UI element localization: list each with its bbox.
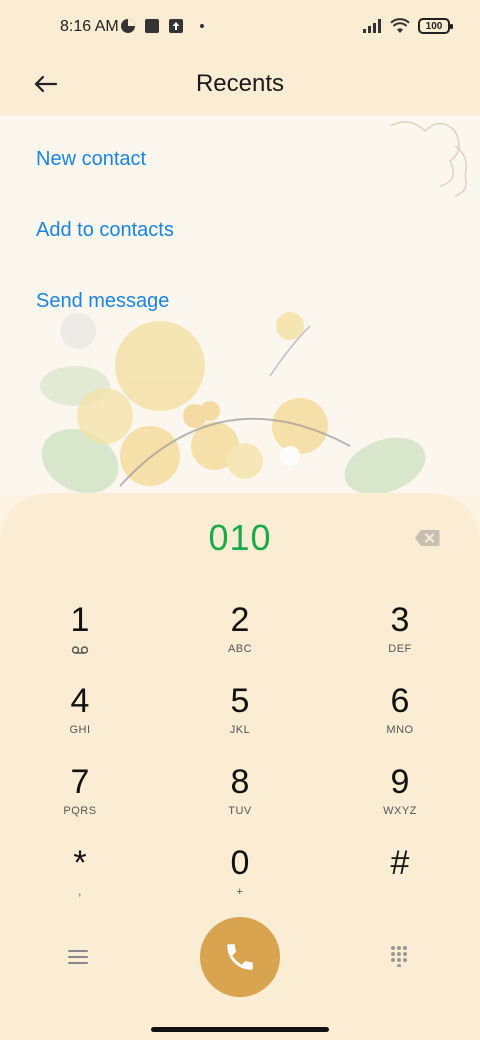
dialpad-grid-icon[interactable] — [390, 945, 412, 967]
call-button[interactable] — [200, 917, 280, 997]
home-indicator[interactable] — [151, 1027, 329, 1032]
dot-icon — [200, 24, 204, 28]
key-letters: TUV — [228, 805, 252, 817]
key-digit: 9 — [390, 763, 410, 801]
key-digit: 4 — [70, 682, 90, 720]
backspace-icon[interactable] — [414, 529, 440, 547]
key-star[interactable]: * , — [20, 844, 140, 916]
key-digit: 6 — [390, 682, 410, 720]
key-letters: JKL — [229, 724, 251, 736]
key-digit: # — [390, 844, 410, 882]
key-letters: MNO — [386, 724, 414, 736]
send-message-button[interactable]: Send message — [36, 290, 169, 313]
key-digit: 7 — [70, 763, 90, 801]
dialed-number: 010 — [208, 517, 272, 558]
menu-icon[interactable] — [66, 945, 90, 969]
key-digit: 2 — [230, 601, 250, 639]
key-letters: PQRS — [63, 805, 97, 817]
key-letters: + — [236, 886, 244, 898]
key-digit: 5 — [230, 682, 250, 720]
dialpad-panel: 010 1 2 ABC 3 DEF 4 GHI 5 JKL 6 MNO 7 PQ… — [0, 493, 480, 1040]
key-0[interactable]: 0 + — [180, 844, 300, 916]
key-6[interactable]: 6 MNO — [340, 682, 460, 754]
dialer-bottom-bar — [0, 915, 480, 1005]
content-area: New contact Add to contacts Send message — [0, 116, 480, 496]
square-icon — [145, 19, 159, 33]
battery-level: 100 — [425, 20, 443, 32]
upload-icon — [169, 19, 183, 33]
status-bar: 8:16 AM 100 — [0, 0, 480, 56]
key-digit: 0 — [230, 844, 250, 882]
battery-icon: 100 — [418, 18, 453, 34]
key-letters: DEF — [388, 643, 412, 655]
key-7[interactable]: 7 PQRS — [20, 763, 140, 835]
key-letters: GHI — [69, 724, 91, 736]
key-2[interactable]: 2 ABC — [180, 601, 300, 673]
key-letters: WXYZ — [383, 805, 417, 817]
key-9[interactable]: 9 WXYZ — [340, 763, 460, 835]
data-saver-icon — [121, 19, 135, 33]
key-digit: 8 — [230, 763, 250, 801]
key-letters: ABC — [227, 643, 253, 655]
key-letters: , — [78, 886, 82, 898]
phone-icon — [227, 944, 253, 970]
key-hash[interactable]: # — [340, 844, 460, 916]
signal-icon — [363, 19, 381, 33]
key-8[interactable]: 8 TUV — [180, 763, 300, 835]
new-contact-button[interactable]: New contact — [36, 148, 146, 171]
key-5[interactable]: 5 JKL — [180, 682, 300, 754]
add-to-contacts-button[interactable]: Add to contacts — [36, 219, 174, 242]
key-digit: 1 — [70, 601, 90, 639]
status-time: 8:16 AM — [60, 18, 119, 35]
key-1[interactable]: 1 — [20, 601, 140, 673]
wifi-icon — [390, 18, 410, 33]
page-title: Recents — [195, 70, 285, 97]
key-digit: * — [73, 844, 87, 882]
key-4[interactable]: 4 GHI — [20, 682, 140, 754]
key-digit: 3 — [390, 601, 410, 639]
voicemail-icon — [71, 646, 89, 654]
key-3[interactable]: 3 DEF — [340, 601, 460, 673]
header: Recents — [0, 56, 480, 116]
